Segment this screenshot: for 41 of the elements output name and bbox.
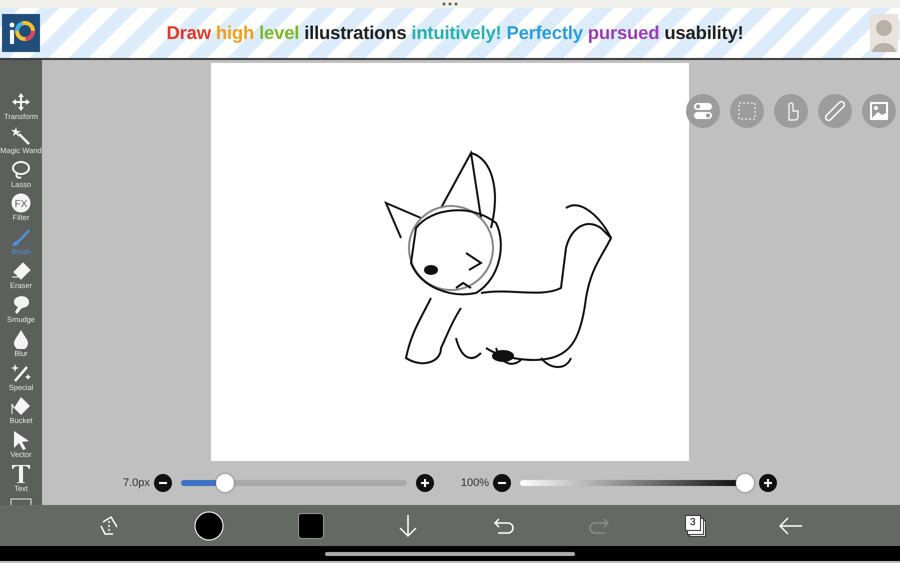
plus-icon: [420, 478, 430, 488]
slider-thumb[interactable]: [216, 474, 234, 492]
color-swatch-button[interactable]: [298, 512, 324, 538]
tool-icon: [11, 362, 31, 382]
tool-icon: [11, 227, 31, 248]
size-decrease-button[interactable]: [154, 474, 172, 492]
tool-icon: [10, 498, 32, 505]
image-button[interactable]: [862, 94, 896, 128]
slider-thumb[interactable]: [736, 474, 754, 492]
plus-icon: [763, 478, 774, 488]
download-arrow-icon[interactable]: [397, 514, 420, 538]
home-indicator[interactable]: [325, 552, 575, 556]
brush-preview-button[interactable]: [194, 510, 224, 540]
image-icon: [869, 101, 889, 121]
undo-button[interactable]: [492, 516, 515, 534]
tool-icon: [11, 92, 31, 112]
back-arrow-icon[interactable]: [779, 516, 804, 534]
avatar-silhouette-icon: [870, 14, 898, 52]
layer-settings-button[interactable]: [686, 94, 720, 128]
tool-icon: [11, 464, 31, 484]
handle-dots-icon[interactable]: [442, 2, 458, 6]
tool-icon: [11, 396, 31, 416]
dashed-square-icon: [737, 101, 757, 121]
brush-size-reading: 7.0px: [122, 476, 150, 491]
tool-icon: [11, 328, 31, 349]
opacity-increase-button[interactable]: [759, 474, 778, 492]
tool-icon: [11, 160, 31, 180]
opacity-decrease-button[interactable]: [493, 474, 512, 492]
opacity-slider[interactable]: [520, 474, 754, 492]
opacity-reading: 100%: [460, 476, 490, 491]
tool-icon: [11, 294, 31, 315]
ruler-button[interactable]: [818, 94, 852, 128]
layers-button[interactable]: 3: [684, 514, 706, 536]
toggle-switches-icon: [693, 102, 713, 120]
ruler-icon: [824, 100, 846, 122]
brush-size-slider[interactable]: [180, 474, 407, 492]
tool-icon: [11, 430, 31, 450]
size-increase-button[interactable]: [416, 474, 434, 492]
tool-icon: [11, 126, 31, 146]
tool-icon: [11, 261, 31, 282]
tool-icon: FX: [11, 193, 31, 214]
